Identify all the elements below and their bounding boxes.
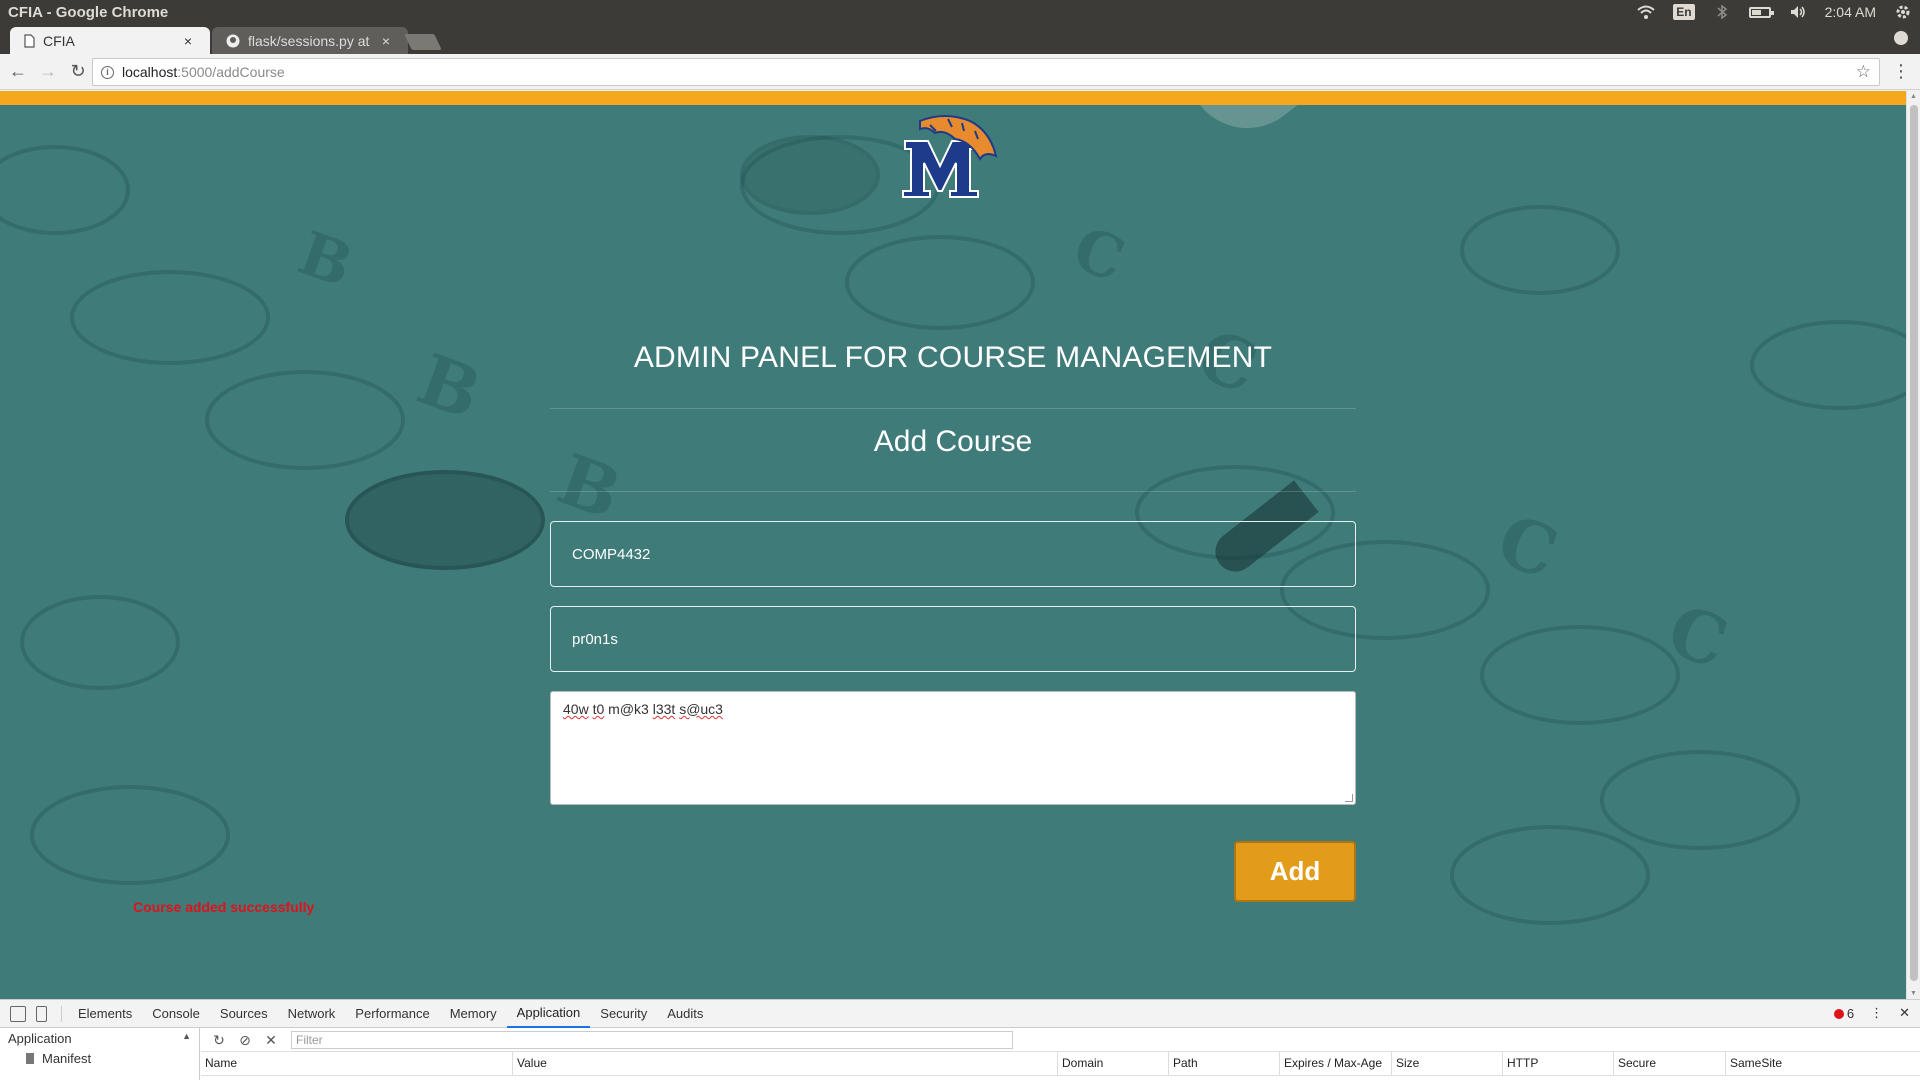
cookies-table-area: ↻ ⊘ ✕ Filter Name Value Domain Path Expi… (201, 1028, 1920, 1080)
course-code-input[interactable]: COMP4432 (550, 521, 1356, 587)
browser-toolbar: ← → ↻ i localhost:5000/addCourse ☆ ⋮ (0, 54, 1920, 90)
battery-icon[interactable] (1748, 6, 1774, 18)
site-info-icon[interactable]: i (101, 65, 114, 79)
column-header-http[interactable]: HTTP (1503, 1052, 1614, 1075)
devtools-tab-memory[interactable]: Memory (440, 1000, 507, 1028)
description-word: m@k3 (608, 701, 649, 717)
sidebar-item-manifest[interactable]: Manifest (0, 1049, 199, 1068)
close-tab-icon[interactable]: × (378, 33, 394, 49)
form-title: Add Course (873, 425, 1033, 458)
profile-icon[interactable] (1894, 31, 1908, 45)
page-icon (24, 33, 35, 48)
keyboard-layout-indicator[interactable]: En (1673, 4, 1695, 20)
volume-icon[interactable] (1789, 4, 1807, 20)
course-name-value: pr0n1s (572, 630, 618, 648)
course-code-value: COMP4432 (572, 545, 651, 563)
filter-input[interactable]: Filter (291, 1030, 1013, 1049)
devtools-sidebar: Application ▲ Manifest (0, 1028, 200, 1080)
wifi-icon[interactable] (1637, 4, 1655, 20)
description-word: s@uc3 (679, 701, 723, 717)
course-name-input[interactable]: pr0n1s (550, 606, 1356, 672)
success-message: Course added successfully (133, 899, 315, 915)
error-icon (1833, 1008, 1844, 1019)
column-header-name[interactable]: Name (201, 1052, 513, 1075)
url-host: localhost (122, 64, 178, 80)
back-arrow-icon[interactable]: ← (6, 60, 30, 84)
new-tab-button[interactable] (404, 34, 442, 50)
clock[interactable]: 2:04 AM (1825, 4, 1876, 20)
os-top-bar: CFIA - Google Chrome En 2:04 AM (0, 0, 1920, 24)
column-header-samesite[interactable]: SameSite (1726, 1052, 1826, 1075)
devtools-tab-security[interactable]: Security (590, 1000, 657, 1028)
column-header-expires[interactable]: Expires / Max-Age (1280, 1052, 1392, 1075)
devtools-tab-audits[interactable]: Audits (657, 1000, 713, 1028)
divider (550, 408, 1356, 409)
resize-handle[interactable] (1345, 794, 1353, 802)
devtools-tab-performance[interactable]: Performance (345, 1000, 439, 1028)
devtools-menu-icon[interactable]: ⋮ (1870, 1005, 1883, 1021)
refresh-icon[interactable]: ↻ (211, 1032, 227, 1048)
description-word: 40w (563, 701, 589, 717)
close-devtools-icon[interactable]: ✕ (1899, 1005, 1910, 1021)
devtools-tab-bar: Elements Console Sources Network Perform… (0, 1000, 1920, 1028)
bluetooth-icon[interactable] (1713, 4, 1731, 20)
filter-placeholder: Filter (296, 1032, 323, 1047)
course-description-textarea[interactable]: 40w t0 m@k3 l33t s@uc3 (550, 691, 1356, 805)
devtools-panel: Elements Console Sources Network Perform… (0, 999, 1920, 1080)
bookmark-star-icon[interactable]: ☆ (1856, 62, 1871, 82)
tab-label: flask/sessions.py at (248, 32, 370, 49)
devtools-tab-console[interactable]: Console (142, 1000, 210, 1028)
sidebar-section-application[interactable]: Application (0, 1028, 199, 1049)
delete-selected-icon[interactable]: ✕ (263, 1032, 279, 1048)
error-counter[interactable]: 6 (1833, 1005, 1855, 1021)
cookies-table-header: Name Value Domain Path Expires / Max-Age… (201, 1052, 1920, 1076)
scroll-down-icon[interactable]: ▼ (1910, 990, 1917, 997)
column-header-value[interactable]: Value (513, 1052, 1058, 1075)
github-icon (226, 34, 240, 47)
devtools-tab-network[interactable]: Network (278, 1000, 346, 1028)
inspect-element-icon[interactable] (10, 1005, 26, 1022)
sidebar-item-label: Manifest (42, 1051, 92, 1066)
tab-label: CFIA (43, 32, 75, 49)
clear-all-icon[interactable]: ⊘ (237, 1032, 253, 1048)
description-word: l33t (652, 701, 676, 717)
scroll-thumb[interactable] (1910, 105, 1918, 981)
tab-cfia[interactable]: CFIA × (10, 27, 210, 54)
system-tray: En 2:04 AM (1637, 4, 1912, 20)
reload-icon[interactable]: ↻ (66, 60, 90, 84)
scroll-up-icon[interactable]: ▲ (182, 1031, 191, 1041)
column-header-path[interactable]: Path (1169, 1052, 1280, 1075)
page-scrollbar[interactable]: ▲ ▼ (1906, 91, 1920, 999)
add-button[interactable]: Add (1234, 841, 1356, 902)
page-title: ADMIN PANEL FOR COURSE MANAGEMENT (633, 341, 1273, 374)
page-viewport: B B B C C C C ADMIN PANEL FOR COURSE MAN… (0, 91, 1906, 999)
settings-gear-icon[interactable] (1894, 4, 1912, 20)
window-title: CFIA - Google Chrome (8, 3, 169, 21)
column-header-secure[interactable]: Secure (1614, 1052, 1726, 1075)
devtools-tab-elements[interactable]: Elements (68, 1000, 142, 1028)
divider (550, 491, 1356, 492)
devtools-tab-sources[interactable]: Sources (210, 1000, 278, 1028)
tab-github-flask-sessions[interactable]: flask/sessions.py at × (212, 27, 408, 54)
top-accent-bar (0, 91, 1906, 105)
memphis-tigers-logo (902, 115, 998, 198)
description-word: t0 (592, 701, 605, 717)
browser-tab-strip: CFIA × flask/sessions.py at × (0, 24, 1920, 54)
column-header-size[interactable]: Size (1392, 1052, 1503, 1075)
chrome-menu-icon[interactable]: ⋮ (1892, 62, 1910, 80)
url-path: :5000/addCourse (177, 64, 285, 80)
column-header-domain[interactable]: Domain (1058, 1052, 1169, 1075)
device-toolbar-icon[interactable] (36, 1005, 47, 1022)
scroll-up-icon[interactable]: ▲ (1910, 93, 1917, 100)
devtools-tab-application[interactable]: Application (506, 1000, 591, 1028)
forward-arrow-icon[interactable]: → (36, 60, 60, 84)
error-count: 6 (1846, 1005, 1855, 1021)
close-tab-icon[interactable]: × (180, 33, 196, 49)
address-bar[interactable]: i localhost:5000/addCourse ☆ (92, 58, 1880, 86)
